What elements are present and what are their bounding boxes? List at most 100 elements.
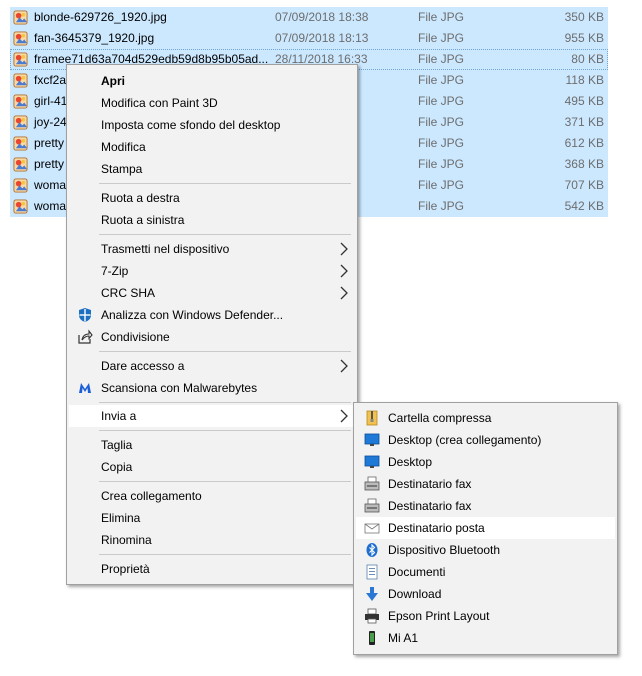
jpg-file-icon [13,31,28,46]
menu-item-label: Imposta come sfondo del desktop [101,118,281,132]
menu-item-condivisione[interactable]: Condivisione [69,326,355,348]
submenu-item-desktop[interactable]: Desktop [356,451,615,473]
submenu-item-download[interactable]: Download [356,583,615,605]
file-date: 07/09/2018 18:13 [275,31,369,45]
file-type: File JPG [418,157,465,171]
context-menu: Apri Modifica con Paint 3D Imposta come … [66,64,358,585]
menu-item-7zip[interactable]: 7-Zip [69,260,355,282]
chevron-right-icon [339,241,349,257]
menu-item-label: Taglia [101,438,133,452]
menu-item-copy[interactable]: Copia [69,456,355,478]
download-icon [366,587,378,601]
file-type: File JPG [418,94,465,108]
file-name: fxcf2a [34,73,67,87]
menu-item-label: Crea collegamento [101,489,202,503]
menu-item-label: Stampa [101,162,143,176]
file-row[interactable]: blonde-629726_1920.jpg 07/09/2018 18:38 … [10,7,608,28]
submenu-item-desktop-shortcut[interactable]: Desktop (crea collegamento) [356,429,615,451]
menu-item-set-wallpaper[interactable]: Imposta come sfondo del desktop [69,114,355,136]
file-name: joy-24 [34,115,67,129]
menu-item-label: Dare accesso a [101,359,185,373]
malwarebytes-icon [79,383,91,393]
desktop-icon [364,433,380,446]
send-to-submenu: Cartella compressa Desktop (crea collega… [353,402,618,655]
submenu-item-label: Documenti [388,565,446,579]
file-name: fan-3645379_1920.jpg [34,31,155,45]
menu-separator [99,351,351,352]
menu-item-cut[interactable]: Taglia [69,434,355,456]
file-type: File JPG [418,136,465,150]
menu-item-send-to[interactable]: Invia a [69,405,355,427]
file-name: pretty [34,136,65,150]
submenu-item-bluetooth[interactable]: Dispositivo Bluetooth [356,539,615,561]
menu-item-label: Rinomina [101,533,152,547]
file-name: pretty [34,157,65,171]
menu-item-paint3d[interactable]: Modifica con Paint 3D [69,92,355,114]
menu-item-rename[interactable]: Rinomina [69,529,355,551]
menu-separator [99,554,351,555]
menu-item-apri[interactable]: Apri [69,70,355,92]
menu-item-label: Analizza con Windows Defender... [101,308,284,322]
menu-item-crc-sha[interactable]: CRC SHA [69,282,355,304]
submenu-item-fax-2[interactable]: Destinatario fax [356,495,615,517]
file-type: File JPG [418,31,465,45]
jpg-file-icon [13,178,28,193]
file-size: 371 KB [564,115,604,129]
phone-icon [369,631,375,645]
windows-defender-icon [79,308,91,322]
file-row[interactable]: fan-3645379_1920.jpg 07/09/2018 18:13 Fi… [10,28,608,49]
zip-folder-icon [366,410,378,426]
bluetooth-icon [366,543,378,557]
menu-item-malwarebytes[interactable]: Scansiona con Malwarebytes [69,377,355,399]
mail-icon [364,523,380,534]
file-size: 542 KB [564,199,604,213]
file-date: 07/09/2018 18:38 [275,10,369,24]
submenu-item-label: Desktop [388,455,433,469]
submenu-item-compressed-folder[interactable]: Cartella compressa [356,407,615,429]
file-type: File JPG [418,199,465,213]
file-size: 495 KB [564,94,604,108]
chevron-right-icon [339,358,349,374]
menu-item-label: Ruota a sinistra [101,213,185,227]
menu-item-label: Modifica con Paint 3D [101,96,218,110]
submenu-item-label: Dispositivo Bluetooth [388,543,501,557]
submenu-item-label: Epson Print Layout [388,609,490,623]
jpg-file-icon [13,136,28,151]
submenu-item-mi-a1[interactable]: Mi A1 [356,627,615,649]
menu-item-rotate-right[interactable]: Ruota a destra [69,187,355,209]
documents-icon [366,564,378,580]
menu-separator [99,234,351,235]
menu-item-label: Modifica [101,140,146,154]
menu-item-label: Proprietà [101,562,150,576]
menu-item-delete[interactable]: Elimina [69,507,355,529]
menu-item-label: Trasmetti nel dispositivo [101,242,230,256]
menu-item-modifica[interactable]: Modifica [69,136,355,158]
fax-icon [364,498,380,513]
menu-item-cast-to-device[interactable]: Trasmetti nel dispositivo [69,238,355,260]
file-name: woma [34,199,67,213]
jpg-file-icon [13,115,28,130]
file-name: girl-41 [34,94,68,108]
chevron-right-icon [339,263,349,279]
jpg-file-icon [13,10,28,25]
menu-item-create-shortcut[interactable]: Crea collegamento [69,485,355,507]
menu-item-stampa[interactable]: Stampa [69,158,355,180]
submenu-item-fax-1[interactable]: Destinatario fax [356,473,615,495]
submenu-item-mail[interactable]: Destinatario posta [356,517,615,539]
file-size: 118 KB [565,73,604,87]
share-icon [78,329,93,344]
submenu-item-label: Destinatario posta [388,521,485,535]
submenu-item-label: Cartella compressa [388,411,492,425]
menu-separator [99,430,351,431]
submenu-item-documents[interactable]: Documenti [356,561,615,583]
menu-item-rotate-left[interactable]: Ruota a sinistra [69,209,355,231]
file-type: File JPG [418,10,465,24]
submenu-item-epson[interactable]: Epson Print Layout [356,605,615,627]
menu-item-give-access[interactable]: Dare accesso a [69,355,355,377]
printer-icon [365,608,379,624]
jpg-file-icon [13,73,28,88]
file-size: 350 KB [564,10,604,24]
file-size: 955 KB [564,31,604,45]
menu-item-properties[interactable]: Proprietà [69,558,355,580]
menu-item-windows-defender[interactable]: Analizza con Windows Defender... [69,304,355,326]
